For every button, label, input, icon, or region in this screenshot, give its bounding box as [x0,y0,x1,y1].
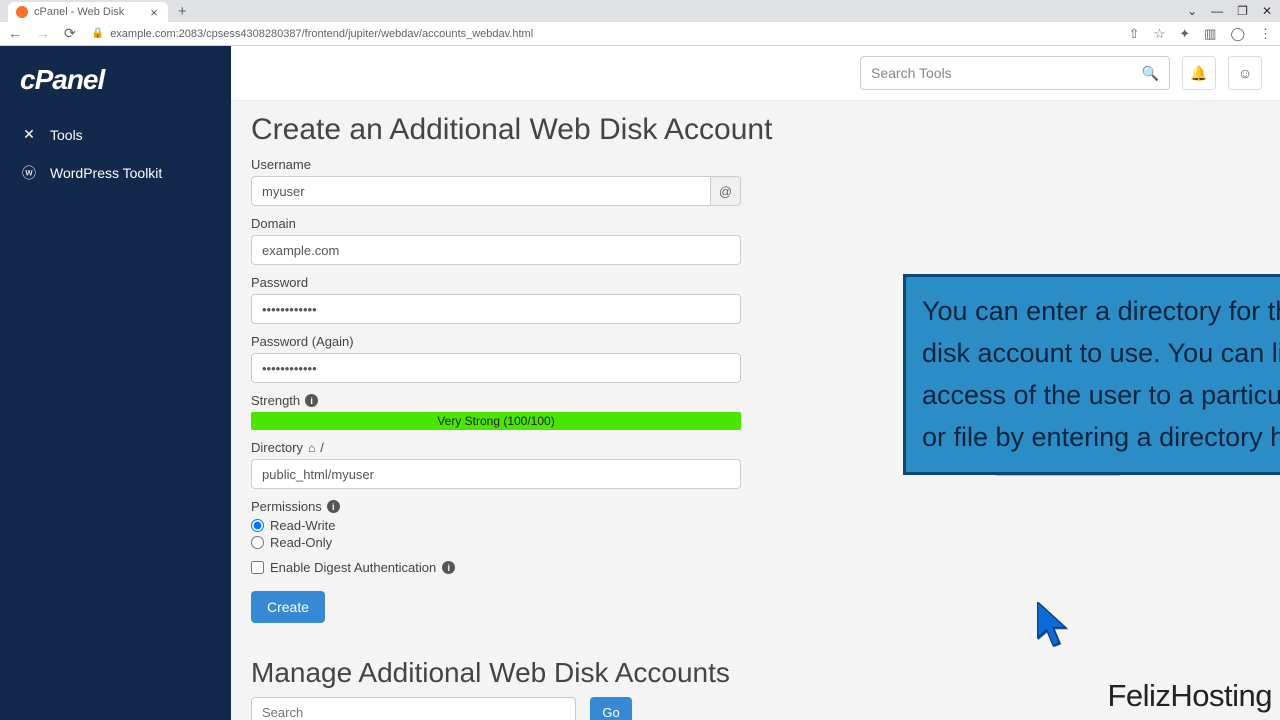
info-icon[interactable]: i [442,561,455,574]
cpanel-logo: cPanel [0,64,231,116]
help-overlay: You can enter a directory for the Web di… [903,274,1280,475]
create-button[interactable]: Create [251,591,325,623]
info-icon[interactable]: i [327,500,340,513]
window-controls: ⌄ — ❐ ✕ [1187,4,1272,18]
lock-icon: 🔒 [92,28,104,39]
search-icon[interactable]: 🔍 [1142,65,1159,82]
strength-meter: Very Strong (100/100) [251,412,741,430]
help-overlay-text: You can enter a directory for the Web di… [922,296,1280,452]
directory-input[interactable] [251,459,741,489]
watermark: FelizHosting [1107,678,1272,714]
browser-tab[interactable]: cPanel - Web Disk × [8,2,168,22]
sidebar-item-label: Tools [50,127,83,143]
cursor-icon [1037,602,1069,653]
reload-icon[interactable]: ⟳ [64,25,76,42]
minimize-icon[interactable]: — [1211,4,1223,18]
panel-icon[interactable]: ▥ [1204,26,1216,42]
new-tab-button[interactable]: + [168,3,197,20]
password-again-input[interactable] [251,353,741,383]
tools-icon: ✕ [20,126,38,143]
sidebar-item-label: WordPress Toolkit [50,165,162,181]
go-button[interactable]: Go [590,697,632,720]
page-title: Create an Additional Web Disk Account [251,113,1260,147]
search-tools-input[interactable]: Search Tools 🔍 [860,56,1170,90]
close-icon[interactable]: ✕ [1262,4,1272,18]
sidebar: cPanel ✕ Tools ⓦ WordPress Toolkit [0,46,231,720]
browser-tab-strip: cPanel - Web Disk × + [0,0,1280,22]
profile-icon[interactable]: ◯ [1230,26,1245,42]
read-only-radio[interactable] [251,536,264,549]
password-input[interactable] [251,294,741,324]
notifications-button[interactable]: 🔔 [1182,56,1216,90]
manage-search-input[interactable] [251,697,576,720]
menu-icon[interactable]: ⋮ [1259,26,1272,42]
digest-auth-row[interactable]: Enable Digest Authentication i [251,560,1260,575]
forward-icon[interactable]: → [36,25,50,42]
info-icon[interactable]: i [305,394,318,407]
sidebar-item-tools[interactable]: ✕ Tools [0,116,231,153]
domain-label: Domain [251,216,1260,231]
maximize-icon[interactable]: ❐ [1237,4,1248,18]
domain-input[interactable] [251,235,741,265]
tab-close-icon[interactable]: × [150,5,158,20]
username-input[interactable] [251,176,711,206]
home-icon: ⌂ [308,441,315,455]
search-placeholder: Search Tools [871,65,952,81]
extensions-icon[interactable]: ✦ [1179,26,1190,42]
address-bar[interactable]: 🔒 example.com:2083/cpsess4308280387/fron… [92,28,533,40]
permission-read-write[interactable]: Read-Write [251,518,1260,533]
wordpress-icon: ⓦ [20,163,38,183]
username-label: Username [251,157,1260,172]
permission-read-only[interactable]: Read-Only [251,535,1260,550]
bell-icon: 🔔 [1190,65,1207,82]
tab-title: cPanel - Web Disk [34,6,124,18]
back-icon[interactable]: ← [8,25,22,42]
browser-toolbar: ← → ⟳ 🔒 example.com:2083/cpsess430828038… [0,22,1280,46]
star-icon[interactable]: ☆ [1154,26,1166,42]
tab-favicon-icon [16,6,28,18]
account-button[interactable]: ☺ [1228,56,1262,90]
digest-auth-checkbox[interactable] [251,561,264,574]
topbar: Search Tools 🔍 🔔 ☺ [231,46,1280,101]
chevron-down-icon[interactable]: ⌄ [1187,4,1197,18]
username-at-addon: @ [711,176,741,206]
share-icon[interactable]: ⇧ [1129,26,1140,42]
url-text: example.com:2083/cpsess4308280387/fronte… [110,28,533,40]
sidebar-item-wordpress[interactable]: ⓦ WordPress Toolkit [0,153,231,193]
user-icon: ☺ [1238,65,1252,81]
read-write-radio[interactable] [251,519,264,532]
permissions-label: Permissions i [251,499,1260,514]
